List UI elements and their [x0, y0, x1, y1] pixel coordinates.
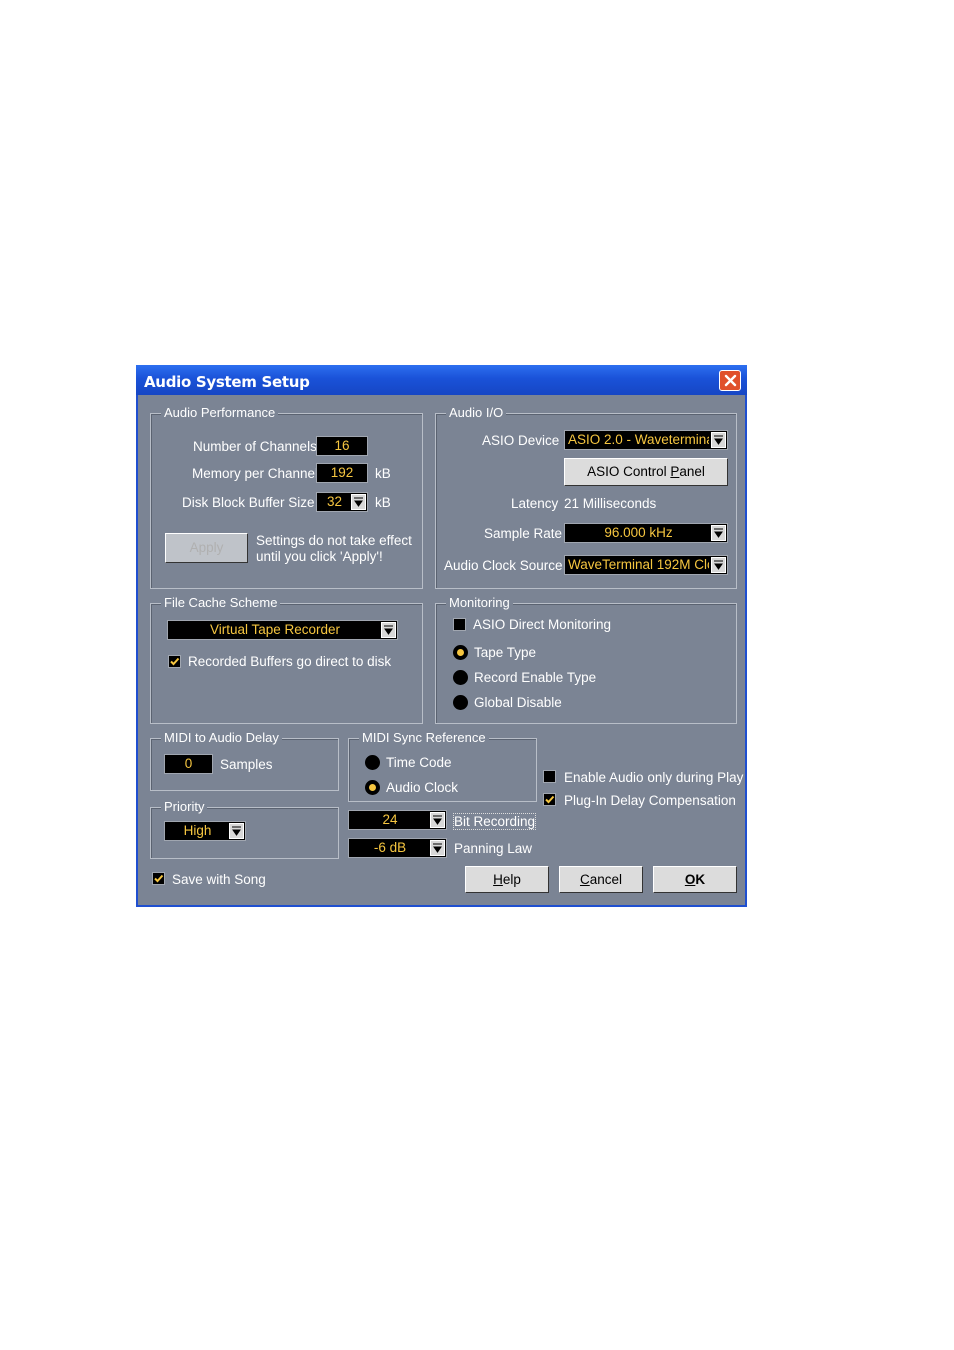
plugin-delay-compensation-checkbox[interactable]: [543, 793, 556, 806]
apply-note-line2: until you click 'Apply'!: [256, 549, 383, 564]
disk-buffer-dropdown[interactable]: 32: [316, 492, 368, 512]
cancel-label-rest: ancel: [589, 872, 623, 887]
save-with-song-checkbox[interactable]: [152, 872, 165, 885]
dropdown-arrow-icon: [430, 812, 445, 828]
channels-label: Number of Channels: [193, 439, 317, 454]
monitoring-group: Monitoring ASIO Direct Monitoring Tape T…: [435, 595, 737, 724]
ok-label-rest: K: [695, 872, 706, 887]
audio-performance-legend: Audio Performance: [161, 405, 279, 420]
asio-direct-monitoring-label: ASIO Direct Monitoring: [473, 617, 612, 632]
file-cache-scheme-value: Virtual Tape Recorder: [209, 622, 341, 637]
apply-button[interactable]: Apply: [165, 533, 248, 563]
priority-group: Priority High: [150, 799, 339, 859]
audio-system-setup-dialog: Audio System Setup Audio Performance Num…: [136, 365, 747, 907]
recorded-buffers-checkbox[interactable]: [168, 655, 181, 668]
midi-delay-legend: MIDI to Audio Delay: [161, 730, 282, 745]
title-bar[interactable]: Audio System Setup: [136, 365, 747, 395]
audio-clock-label: Audio Clock: [386, 780, 459, 795]
plugin-delay-compensation-label: Plug-In Delay Compensation: [564, 793, 736, 808]
audio-clock-source-value: WaveTerminal 192M Clo: [568, 557, 709, 572]
apply-note-line1: Settings do not take effect: [256, 533, 412, 548]
asio-panel-label-pre: ASIO Control: [587, 464, 671, 479]
audio-clock-source-dropdown[interactable]: WaveTerminal 192M Clo: [564, 555, 728, 575]
dropdown-arrow-icon: [351, 494, 366, 510]
asio-panel-label-post: anel: [679, 464, 705, 479]
disk-buffer-value: 32: [326, 494, 343, 509]
ok-mnemonic: O: [684, 872, 696, 887]
asio-control-panel-button[interactable]: ASIO Control Panel: [564, 458, 728, 486]
sample-rate-dropdown[interactable]: 96.000 kHz: [564, 523, 728, 543]
checkmark-icon: [170, 657, 180, 666]
latency-label: Latency: [511, 496, 559, 511]
midi-sync-group: MIDI Sync Reference Time Code Audio Cloc…: [348, 730, 537, 802]
sample-rate-label: Sample Rate: [484, 526, 563, 541]
audio-clock-source-label: Audio Clock Source: [444, 558, 563, 573]
priority-dropdown[interactable]: High: [164, 821, 246, 841]
enable-audio-during-play-checkbox[interactable]: [543, 770, 556, 783]
panning-law-value: -6 dB: [373, 840, 407, 855]
sample-rate-value: 96.000 kHz: [604, 525, 673, 540]
midi-sync-legend: MIDI Sync Reference: [359, 730, 489, 745]
checkmark-icon: [154, 874, 164, 883]
dropdown-arrow-icon: [381, 622, 396, 638]
dropdown-arrow-icon: [711, 432, 726, 448]
close-button[interactable]: [719, 370, 741, 391]
memory-unit: kB: [375, 466, 391, 481]
tape-type-radio[interactable]: [453, 645, 468, 660]
asio-device-label: ASIO Device: [482, 433, 560, 448]
cancel-mnemonic: C: [579, 872, 590, 887]
bit-recording-label: Bit Recording: [453, 813, 537, 830]
recorded-buffers-label: Recorded Buffers go direct to disk: [188, 654, 392, 669]
global-disable-label: Global Disable: [474, 695, 562, 710]
midi-delay-field[interactable]: 0: [164, 754, 213, 774]
dropdown-arrow-icon: [711, 557, 726, 573]
record-enable-type-label: Record Enable Type: [474, 670, 597, 685]
monitoring-legend: Monitoring: [446, 595, 513, 610]
disk-buffer-unit: kB: [375, 495, 391, 510]
dropdown-arrow-icon: [711, 525, 726, 541]
close-icon: [724, 374, 737, 387]
priority-legend: Priority: [161, 799, 208, 814]
audio-performance-group: Audio Performance Number of Channels 16 …: [150, 405, 423, 589]
record-enable-type-radio[interactable]: [453, 670, 468, 685]
save-with-song-label: Save with Song: [172, 872, 266, 887]
tape-type-label: Tape Type: [474, 645, 537, 660]
asio-device-value: ASIO 2.0 - Waveterminal: [568, 432, 709, 447]
checkmark-icon: [545, 795, 555, 804]
enable-audio-during-play-label: Enable Audio only during Play: [564, 770, 744, 785]
disk-buffer-label: Disk Block Buffer Size: [182, 495, 315, 510]
audio-clock-radio[interactable]: [365, 780, 380, 795]
midi-delay-group: MIDI to Audio Delay 0 Samples: [150, 730, 339, 791]
help-button[interactable]: Help: [465, 866, 549, 893]
time-code-label: Time Code: [386, 755, 452, 770]
latency-value: 21 Milliseconds: [564, 496, 657, 511]
help-mnemonic: H: [493, 872, 503, 887]
global-disable-radio[interactable]: [453, 695, 468, 710]
memory-field[interactable]: 192: [316, 463, 368, 483]
asio-direct-monitoring-checkbox[interactable]: [453, 618, 466, 631]
dialog-body: Audio Performance Number of Channels 16 …: [138, 395, 745, 905]
midi-delay-unit: Samples: [220, 757, 273, 772]
dropdown-arrow-icon: [430, 840, 445, 856]
file-cache-group: File Cache Scheme Virtual Tape Recorder …: [150, 595, 423, 724]
panning-law-label: Panning Law: [454, 841, 533, 856]
window-title: Audio System Setup: [144, 373, 310, 391]
file-cache-legend: File Cache Scheme: [161, 595, 281, 610]
cancel-button[interactable]: Cancel: [559, 866, 643, 893]
ok-button[interactable]: OK: [653, 866, 737, 893]
bit-recording-value: 24: [382, 812, 398, 827]
help-label-rest: elp: [502, 872, 521, 887]
time-code-radio[interactable]: [365, 755, 380, 770]
audio-io-legend: Audio I/O: [446, 405, 507, 420]
asio-device-dropdown[interactable]: ASIO 2.0 - Waveterminal: [564, 430, 728, 450]
panning-law-dropdown[interactable]: -6 dB: [348, 838, 447, 858]
memory-label: Memory per Channel: [192, 466, 319, 481]
audio-io-group: Audio I/O ASIO Device ASIO 2.0 - Waveter…: [435, 405, 737, 589]
priority-value: High: [183, 823, 212, 838]
bit-recording-dropdown[interactable]: 24: [348, 810, 447, 830]
dropdown-arrow-icon: [229, 823, 244, 839]
file-cache-scheme-dropdown[interactable]: Virtual Tape Recorder: [167, 620, 398, 640]
channels-field[interactable]: 16: [316, 436, 368, 456]
